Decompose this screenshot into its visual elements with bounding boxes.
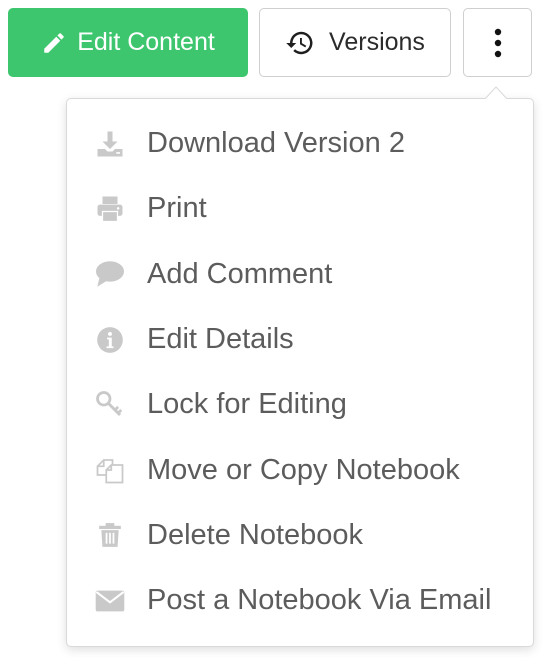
vertical-ellipsis-icon <box>493 28 503 58</box>
menu-item-label: Download Version 2 <box>147 127 405 160</box>
versions-button[interactable]: Versions <box>259 8 451 77</box>
pencil-icon <box>41 30 67 56</box>
menu-item-label: Move or Copy Notebook <box>147 453 460 486</box>
info-icon <box>93 323 127 357</box>
copy-icon <box>93 453 127 487</box>
more-actions-button[interactable] <box>463 8 532 77</box>
menu-item-label: Delete Notebook <box>147 518 364 551</box>
menu-list: Download Version 2 Print Add Comment Edi… <box>67 111 533 633</box>
menu-item-label: Add Comment <box>147 257 333 290</box>
notebook-actions-toolbar: Edit Content Versions Download Version 2… <box>0 0 547 658</box>
menu-item-label: Lock for Editing <box>147 388 347 421</box>
menu-item-delete-notebook[interactable]: Delete Notebook <box>67 503 533 568</box>
menu-item-add-comment[interactable]: Add Comment <box>67 242 533 307</box>
menu-item-label: Print <box>147 192 207 225</box>
menu-item-move-or-copy[interactable]: Move or Copy Notebook <box>67 437 533 502</box>
menu-item-print[interactable]: Print <box>67 176 533 241</box>
download-icon <box>93 127 127 161</box>
trash-icon <box>93 518 127 552</box>
edit-content-button[interactable]: Edit Content <box>8 8 248 77</box>
envelope-icon <box>93 584 127 618</box>
menu-item-download-version[interactable]: Download Version 2 <box>67 111 533 176</box>
menu-item-label: Post a Notebook Via Email <box>147 584 492 617</box>
menu-item-lock-for-editing[interactable]: Lock for Editing <box>67 372 533 437</box>
printer-icon <box>93 192 127 226</box>
edit-content-label: Edit Content <box>77 28 215 56</box>
more-actions-menu: Download Version 2 Print Add Comment Edi… <box>66 98 534 647</box>
menu-item-label: Edit Details <box>147 323 294 356</box>
key-icon <box>93 388 127 422</box>
history-icon <box>285 28 315 58</box>
comment-icon <box>93 257 127 291</box>
dropdown-caret <box>484 86 508 100</box>
menu-item-edit-details[interactable]: Edit Details <box>67 307 533 372</box>
versions-label: Versions <box>329 28 425 56</box>
menu-item-post-via-email[interactable]: Post a Notebook Via Email <box>67 568 533 633</box>
